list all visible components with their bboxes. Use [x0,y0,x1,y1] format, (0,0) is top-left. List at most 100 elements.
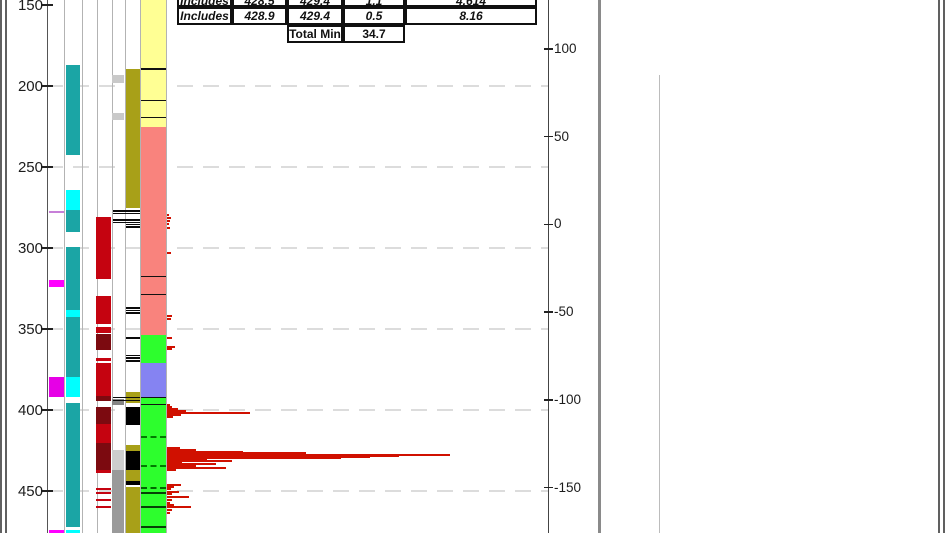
silicification-interval [66,310,80,317]
hematite-interval [96,363,111,396]
assay-curve-bar [167,499,172,501]
elevation-axis-tick [544,136,553,138]
elevation-axis-label: 100 [554,41,577,56]
carbonate-interval [49,211,64,213]
elevation-axis-tick [544,399,553,401]
elevation-axis-tick [544,224,553,226]
table-cell: 428.5 [232,0,287,7]
table-cell: 429.4 [287,7,343,25]
assay-curve-bar [167,227,170,229]
assay-curve-bar [167,469,176,471]
assay-curve-bar [167,220,170,222]
uranium-line [126,337,140,339]
silicification-interval [66,317,80,377]
page-border-left-inner [5,0,7,533]
lithology-interval [141,405,166,533]
hematite-interval [96,499,111,500]
uranium-line [126,355,140,357]
uranium-line [113,213,140,215]
elevation-axis-tick [544,48,553,50]
uranium-line [126,307,140,309]
silicification-interval [66,247,80,310]
table-cell: Total Min [287,25,343,43]
silicification-interval [66,190,80,210]
legend-inner-border [659,75,660,533]
hematite-interval [96,407,111,424]
assay-curve-bar [167,509,172,511]
table-cell: 0.5 [343,7,405,25]
mineralization-interval [126,407,140,425]
page-border-right-inner [938,0,940,533]
lithology-interval [141,295,166,302]
assay-curve-bar [167,493,172,495]
table-cell: 1.1 [343,0,405,7]
page-border-right-outer [943,0,945,533]
depth-gridline [47,247,548,249]
depth-gridline [47,328,548,330]
uranium-line [126,310,140,312]
assay-curve-bar [167,318,171,320]
lithology-interval [141,363,166,397]
depth-gridline [47,85,548,87]
carbonate-interval [49,377,64,397]
uranium-line [113,397,140,399]
depth-gridline [47,409,548,411]
clay-interval [112,75,124,83]
mineralization-interval [126,481,140,485]
panel-divider [598,0,601,533]
strip-log-report: 150200250300350400450100500-50-100-150 I… [0,0,950,533]
uranium-line [126,312,140,314]
elevation-axis-tick [544,311,553,313]
table-cell: 429.4 [287,0,343,7]
uranium-line [126,357,140,359]
hematite-interval [96,396,111,401]
elevation-axis-tick [544,487,553,489]
elevation-axis-label: -50 [554,304,574,319]
lithology-interval [141,100,166,118]
lithology-contact-line [141,465,166,467]
hematite-interval [96,358,111,361]
lithology-contact-line [141,487,166,489]
hematite-interval [96,443,111,470]
uranium-line [126,226,140,228]
track-border [82,0,83,533]
elevation-axis-label: 50 [554,129,569,144]
hematite-interval [96,506,111,507]
strip-log-plot: 150200250300350400450100500-50-100-150 [0,0,600,533]
elevation-axis-line [548,0,549,533]
page-border-left-outer [0,0,2,533]
lithology-contact-line [141,526,166,528]
uranium-line [113,400,140,402]
legend-panel: ChertGabbroStructureFault ZoneShear Zone… [600,0,950,533]
hematite-interval [96,470,111,473]
lithology-contact-line [141,68,166,70]
lithology-interval [141,302,166,335]
assay-curve-bar [167,252,171,254]
mineralization-interval [126,451,140,470]
clay-interval [112,470,124,533]
hematite-interval [96,424,111,443]
uranium-line [126,360,140,362]
mineralization-interval [126,470,140,481]
track-border [64,0,65,533]
lithology-interval [141,397,166,405]
lithology-interval [141,335,166,363]
table-cell: Includes [177,7,232,25]
lithology-interval [141,127,166,270]
elevation-axis-label: 0 [554,216,562,231]
assay-curve-bar [167,217,171,219]
depth-axis-line [47,0,48,533]
assay-curve-bar [167,512,170,514]
silicification-interval [66,65,80,155]
hematite-interval [96,327,111,333]
lithology-contact-line [141,492,166,494]
hematite-interval [96,334,111,350]
assay-curve-bar [167,506,191,508]
clay-interval [112,450,124,470]
assay-curve-bar [167,348,172,350]
assay-curve-bar [167,337,172,339]
uranium-line [126,224,140,226]
hematite-interval [96,217,111,279]
assay-curve-bar [167,214,169,216]
lithology-interval [141,276,166,295]
